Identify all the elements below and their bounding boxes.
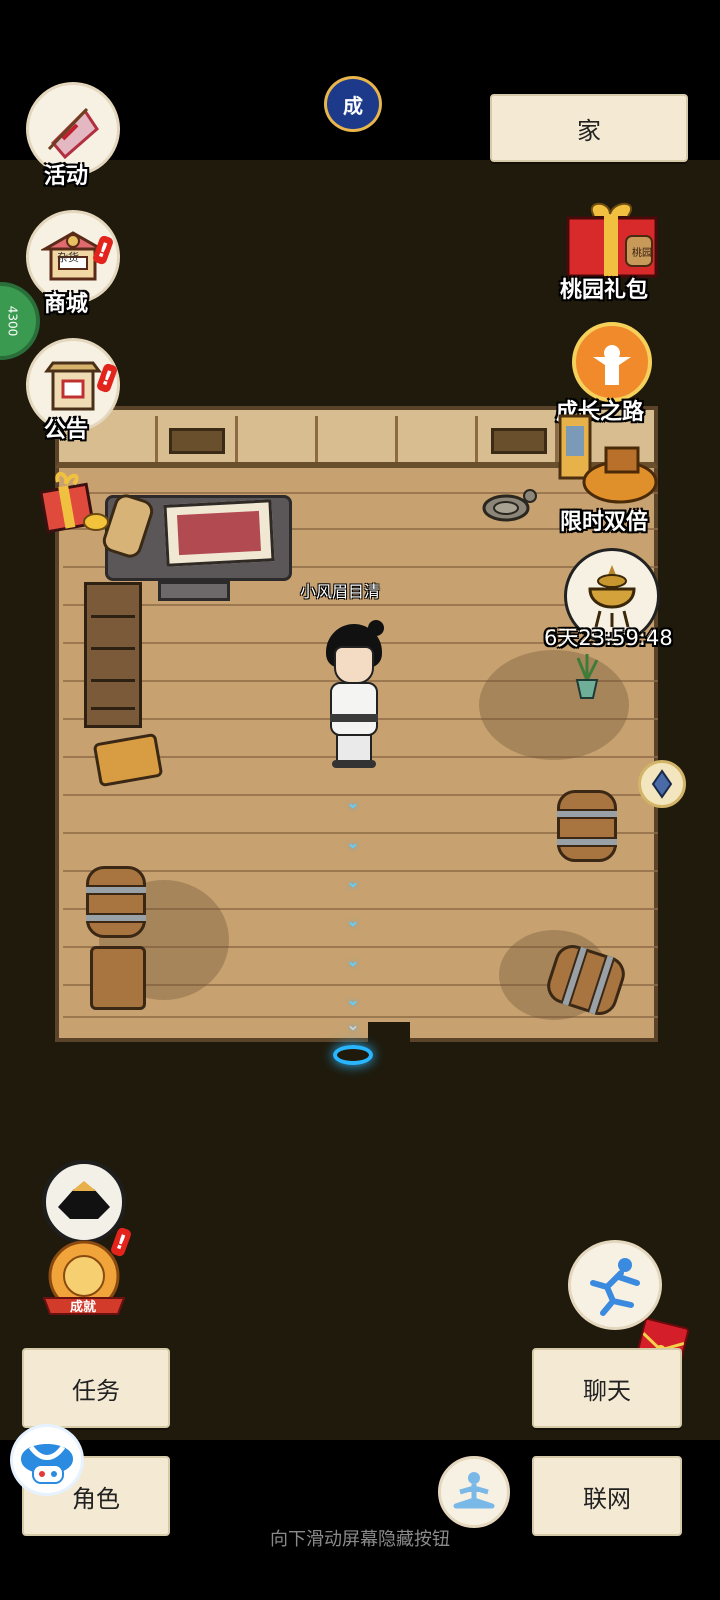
exit-portal[interactable] xyxy=(333,1045,373,1065)
location-text: 家 xyxy=(577,116,601,145)
wooden-cabinet[interactable] xyxy=(90,946,146,1010)
wall-vent xyxy=(491,428,547,454)
peach-gift-label: 桃园礼包 xyxy=(560,278,649,303)
path-arrow-icon: ⌄ xyxy=(346,990,360,1009)
gift-box-button[interactable] xyxy=(36,464,112,540)
potted-plant[interactable] xyxy=(572,652,602,700)
notice-board-icon xyxy=(44,361,102,411)
room-doorway[interactable] xyxy=(368,1022,410,1044)
achievement-label: 成就 xyxy=(70,1300,97,1315)
treasure-pile-icon xyxy=(558,414,658,504)
wall-vent xyxy=(169,428,225,454)
notice-label: 公告 xyxy=(44,418,89,443)
bed-blanket xyxy=(163,499,275,567)
red-gift-box-icon xyxy=(566,202,658,278)
path-arrow-icon: ⌄ xyxy=(346,872,360,891)
path-arrow-icon: ⌄ xyxy=(346,793,360,812)
network-label: 联网 xyxy=(583,1484,631,1513)
player-character[interactable] xyxy=(322,620,386,770)
path-arrow-icon: ⌄ xyxy=(346,951,360,970)
gamepad-assistant-icon xyxy=(21,1444,73,1484)
gift-box-icon xyxy=(39,472,109,534)
chat-label: 聊天 xyxy=(583,1376,631,1405)
golden-censer-icon xyxy=(588,565,636,628)
path-arrow-icon: ⌄ xyxy=(346,1015,360,1034)
flag-icon xyxy=(47,107,99,159)
meditate-button[interactable] xyxy=(438,1456,510,1528)
path-arrow-icon: ⌄ xyxy=(346,833,360,852)
shop-sign-text: 杂货 xyxy=(57,251,79,264)
chat-button[interactable]: 聊天 xyxy=(532,1348,682,1428)
growth-road-button[interactable] xyxy=(572,322,652,402)
running-figure-icon xyxy=(590,1258,640,1316)
shop-label: 商城 xyxy=(44,292,89,317)
gamepad-assistant-button[interactable] xyxy=(10,1424,84,1496)
barrel[interactable] xyxy=(86,866,146,938)
limited-double-label: 限时双倍 xyxy=(560,510,649,535)
hat-button[interactable] xyxy=(42,1160,126,1244)
task-label: 任务 xyxy=(72,1376,120,1405)
barrel[interactable] xyxy=(557,790,617,862)
path-arrow-icon: ⌄ xyxy=(346,911,360,930)
task-button[interactable]: 任务 xyxy=(22,1348,170,1428)
player-name-tag: 小风眉目清 xyxy=(300,582,381,601)
event-countdown: 6天23:59:48 xyxy=(544,626,673,650)
limited-double-button[interactable] xyxy=(558,412,658,508)
sprint-button[interactable] xyxy=(568,1240,662,1330)
network-button[interactable]: 联网 xyxy=(532,1456,682,1536)
peach-gift-tag: 桃园 xyxy=(632,248,652,259)
season-badge[interactable]: 成 xyxy=(324,76,382,132)
diamond-button[interactable] xyxy=(638,760,686,808)
diamond-icon xyxy=(651,769,673,799)
side-tab-number: 4300 xyxy=(5,305,20,337)
location-label: 家 xyxy=(490,94,688,162)
coiled-snake[interactable] xyxy=(480,488,538,524)
game-screen: 小风眉目清 ⌄ ⌄ ⌄ ⌄ ⌄ ⌄ ⌄ 家 成 活动 杂货 ! 商城 ! 公告 … xyxy=(0,0,720,1600)
activity-label: 活动 xyxy=(44,164,89,189)
peach-gift-button[interactable]: 桃园 xyxy=(562,196,660,280)
hide-buttons-hint: 向下滑动屏幕隐藏按钮 xyxy=(270,1529,450,1550)
bed-step-mat xyxy=(158,581,230,601)
season-badge-text: 成 xyxy=(343,93,363,118)
meditation-icon xyxy=(453,1472,495,1509)
bookshelf[interactable] xyxy=(84,582,142,728)
black-hat-icon xyxy=(58,1181,110,1219)
growth-figure-icon xyxy=(593,345,631,385)
